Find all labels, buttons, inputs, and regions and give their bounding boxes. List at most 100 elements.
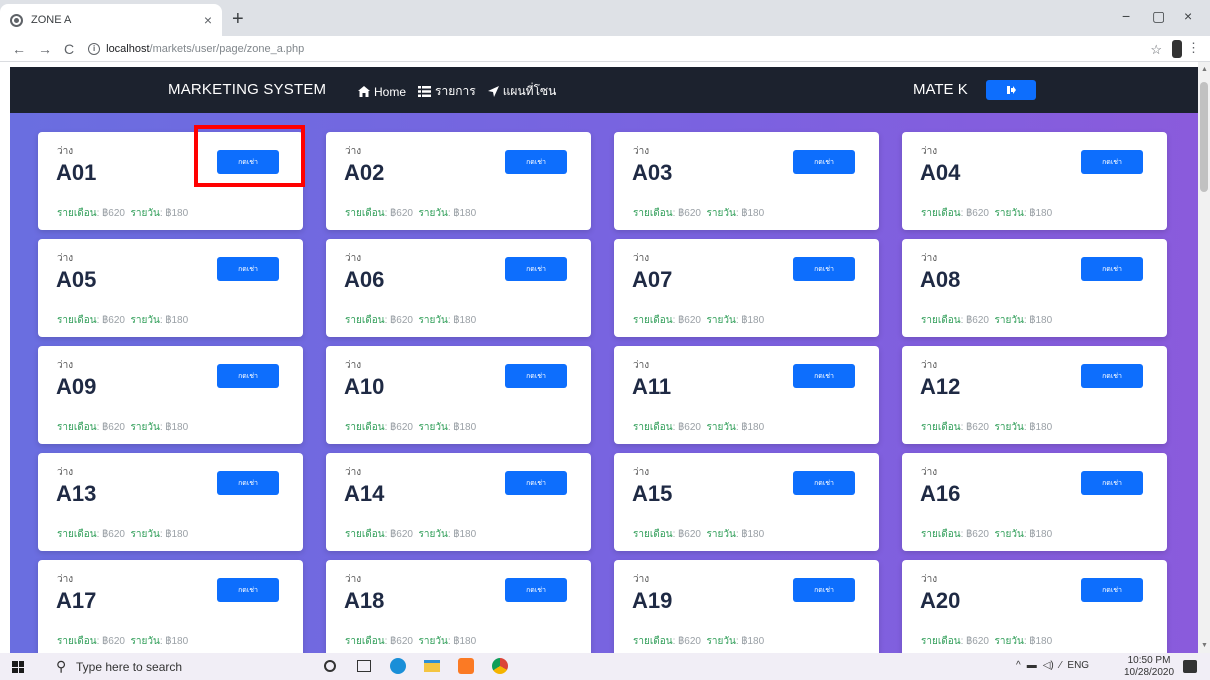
- daily-label: รายวัน: [418, 422, 448, 433]
- taskbar-clock[interactable]: 10:50 PM 10/28/2020: [1124, 655, 1174, 679]
- rent-button[interactable]: กดเช่า: [793, 578, 855, 602]
- nav-link-home[interactable]: Home: [358, 82, 406, 101]
- cortana-icon[interactable]: [320, 656, 340, 676]
- stall-code: A10: [344, 374, 385, 399]
- scrollbar-thumb[interactable]: [1200, 82, 1208, 192]
- daily-price: : ฿180: [447, 636, 477, 647]
- page-scrollbar[interactable]: ▲ ▼: [1198, 62, 1210, 653]
- info-icon[interactable]: i: [88, 42, 101, 55]
- user-name: MATE K: [913, 81, 968, 98]
- monthly-price: : ฿620: [384, 529, 413, 540]
- browser-tab[interactable]: ZONE A ×: [0, 4, 222, 36]
- daily-price: : ฿180: [1023, 529, 1053, 540]
- rent-button[interactable]: กดเช่า: [217, 257, 279, 281]
- monthly-label: รายเดือน: [345, 422, 385, 433]
- search-icon[interactable]: ⚲: [56, 658, 66, 675]
- monthly-label: รายเดือน: [57, 529, 97, 540]
- stall-prices: รายเดือน: ฿620 รายวัน: ฿180: [345, 634, 476, 649]
- rent-button[interactable]: กดเช่า: [505, 578, 567, 602]
- network-icon[interactable]: ⁄: [1060, 660, 1062, 671]
- monthly-label: รายเดือน: [921, 529, 961, 540]
- daily-price: : ฿180: [735, 208, 765, 219]
- stall-prices: รายเดือน: ฿620 รายวัน: ฿180: [921, 527, 1052, 542]
- stall-code: A02: [344, 160, 385, 185]
- tab-close-button[interactable]: ×: [204, 12, 212, 28]
- monthly-price: : ฿620: [672, 529, 701, 540]
- stall-card: ว่าง A09 กดเช่า รายเดือน: ฿620 รายวัน: ฿180: [38, 346, 303, 444]
- back-button[interactable]: ←: [12, 41, 26, 57]
- nav-link-zone-map[interactable]: แผนที่โซน: [487, 82, 556, 101]
- stall-status: ว่าง: [57, 146, 74, 157]
- rent-button[interactable]: กดเช่า: [217, 471, 279, 495]
- taskbar-search-input[interactable]: Type here to search: [76, 660, 182, 674]
- notification-icon[interactable]: [1183, 660, 1197, 673]
- scroll-down-icon[interactable]: ▼: [1201, 642, 1208, 649]
- volume-icon[interactable]: ◁): [1043, 660, 1054, 671]
- rent-button[interactable]: กดเช่า: [793, 364, 855, 388]
- logout-button[interactable]: [986, 80, 1036, 100]
- rent-button[interactable]: กดเช่า: [217, 150, 279, 174]
- scroll-up-icon[interactable]: ▲: [1201, 66, 1208, 73]
- stall-status: ว่าง: [57, 574, 74, 585]
- extension-icon[interactable]: [1172, 40, 1182, 58]
- window-close-button[interactable]: ×: [1184, 8, 1192, 24]
- monthly-label: รายเดือน: [921, 636, 961, 647]
- daily-price: : ฿180: [159, 529, 189, 540]
- stall-card: ว่าง A03 กดเช่า รายเดือน: ฿620 รายวัน: ฿180: [614, 132, 879, 230]
- stall-code: A20: [920, 588, 961, 613]
- rent-button[interactable]: กดเช่า: [505, 150, 567, 174]
- new-tab-button[interactable]: +: [232, 8, 244, 31]
- xampp-icon[interactable]: [456, 656, 476, 676]
- windows-taskbar: ⚲ Type here to search ^ ▬ ◁) ⁄ ENG 10:50…: [0, 653, 1210, 680]
- stall-prices: รายเดือน: ฿620 รายวัน: ฿180: [633, 420, 764, 435]
- windows-start-icon[interactable]: [12, 661, 24, 673]
- rent-button[interactable]: กดเช่า: [505, 471, 567, 495]
- forward-button[interactable]: →: [38, 41, 52, 57]
- url-field[interactable]: localhost/markets/user/page/zone_a.php: [106, 43, 304, 55]
- stall-status: ว่าง: [57, 360, 74, 371]
- rent-button[interactable]: กดเช่า: [217, 578, 279, 602]
- rent-button[interactable]: กดเช่า: [505, 257, 567, 281]
- rent-button[interactable]: กดเช่า: [793, 257, 855, 281]
- language-indicator[interactable]: ENG: [1067, 660, 1089, 671]
- task-view-icon[interactable]: [354, 656, 374, 676]
- rent-button[interactable]: กดเช่า: [505, 364, 567, 388]
- maximize-button[interactable]: ▢: [1152, 8, 1165, 25]
- stall-status: ว่าง: [921, 360, 938, 371]
- tab-title: ZONE A: [31, 14, 72, 26]
- bookmark-star-icon[interactable]: ☆: [1150, 42, 1162, 58]
- monthly-price: : ฿620: [672, 315, 701, 326]
- monthly-price: : ฿620: [96, 529, 125, 540]
- rent-button[interactable]: กดเช่า: [1081, 150, 1143, 174]
- stall-prices: รายเดือน: ฿620 รายวัน: ฿180: [345, 313, 476, 328]
- brand-title[interactable]: MARKETING SYSTEM: [168, 81, 326, 98]
- nav-link-list[interactable]: รายการ: [418, 82, 476, 101]
- minimize-button[interactable]: −: [1122, 8, 1130, 24]
- rent-button[interactable]: กดเช่า: [793, 471, 855, 495]
- stall-card: ว่าง A18 กดเช่า รายเดือน: ฿620 รายวัน: ฿180: [326, 560, 591, 653]
- monthly-label: รายเดือน: [57, 315, 97, 326]
- stall-prices: รายเดือน: ฿620 รายวัน: ฿180: [57, 527, 188, 542]
- stall-code: A11: [632, 374, 672, 399]
- browser-menu-button[interactable]: ⋮: [1187, 40, 1200, 56]
- daily-price: : ฿180: [447, 208, 477, 219]
- edge-icon[interactable]: [388, 656, 408, 676]
- monthly-price: : ฿620: [960, 315, 989, 326]
- chrome-icon[interactable]: [490, 656, 510, 676]
- reload-button[interactable]: C: [64, 41, 74, 57]
- monthly-price: : ฿620: [960, 208, 989, 219]
- rent-button[interactable]: กดเช่า: [1081, 257, 1143, 281]
- rent-button[interactable]: กดเช่า: [1081, 471, 1143, 495]
- rent-button[interactable]: กดเช่า: [793, 150, 855, 174]
- rent-button[interactable]: กดเช่า: [1081, 364, 1143, 388]
- rent-button[interactable]: กดเช่า: [1081, 578, 1143, 602]
- chevron-up-icon[interactable]: ^: [1016, 660, 1021, 671]
- url-host: localhost: [106, 42, 150, 55]
- file-explorer-icon[interactable]: [422, 656, 442, 676]
- stall-code: A01: [56, 160, 97, 185]
- app-navbar: MARKETING SYSTEM Home รายการ แผนที่โซน M…: [10, 67, 1198, 113]
- stall-card: ว่าง A06 กดเช่า รายเดือน: ฿620 รายวัน: ฿180: [326, 239, 591, 337]
- rent-button[interactable]: กดเช่า: [217, 364, 279, 388]
- daily-price: : ฿180: [447, 315, 477, 326]
- battery-icon[interactable]: ▬: [1027, 660, 1037, 671]
